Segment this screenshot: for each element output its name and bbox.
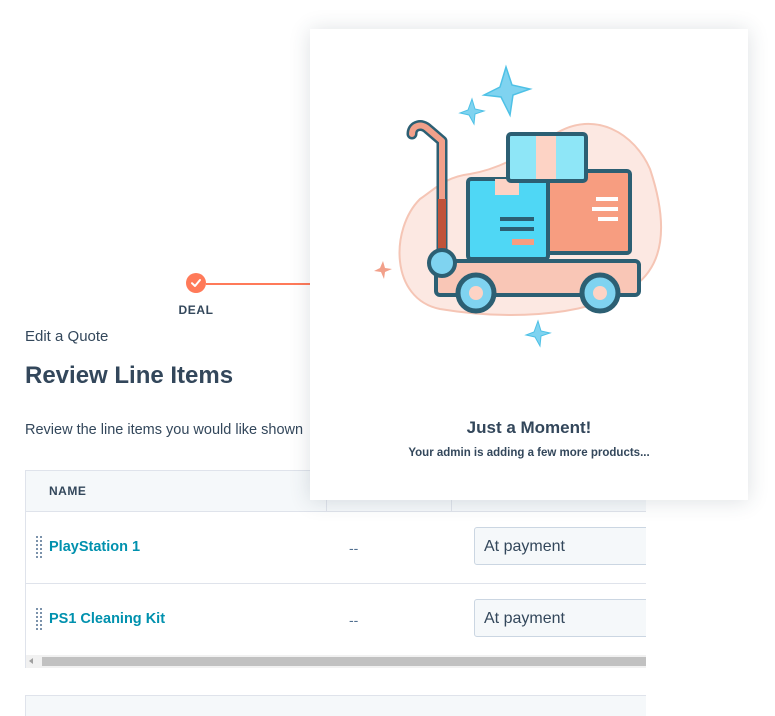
page-title: Review Line Items <box>25 362 234 389</box>
cart-boxes-illustration <box>374 64 662 348</box>
step-complete-check-icon <box>186 273 206 293</box>
next-section-box <box>25 695 646 716</box>
drag-handle-icon[interactable] <box>36 536 42 558</box>
loading-popup: Just a Moment! Your admin is adding a fe… <box>310 29 748 500</box>
horizontal-scrollbar[interactable] <box>26 655 646 668</box>
line-item-value: -- <box>349 612 359 628</box>
popup-subtitle: Your admin is adding a few more products… <box>408 447 650 459</box>
breadcrumb: Edit a Quote <box>25 328 109 345</box>
page-description: Review the line items you would like sho… <box>25 422 304 438</box>
drag-handle-icon[interactable] <box>36 608 42 630</box>
table-row: PlayStation 1 -- At payment <box>26 512 646 584</box>
stepper-line <box>206 283 316 285</box>
scroll-left-arrow-icon[interactable] <box>29 658 33 664</box>
billing-frequency-select[interactable]: At payment <box>474 599 646 637</box>
scrollbar-thumb[interactable] <box>42 657 646 666</box>
line-item-name-link[interactable]: PlayStation 1 <box>49 539 140 555</box>
popup-title: Just a Moment! <box>466 418 592 437</box>
column-header-name[interactable]: NAME <box>49 484 86 498</box>
billing-frequency-select[interactable]: At payment <box>474 527 646 565</box>
step-label-deal: DEAL <box>178 303 214 317</box>
line-item-name-link[interactable]: PS1 Cleaning Kit <box>49 611 165 627</box>
line-item-value: -- <box>349 540 359 556</box>
table-row: PS1 Cleaning Kit -- At payment <box>26 584 646 656</box>
